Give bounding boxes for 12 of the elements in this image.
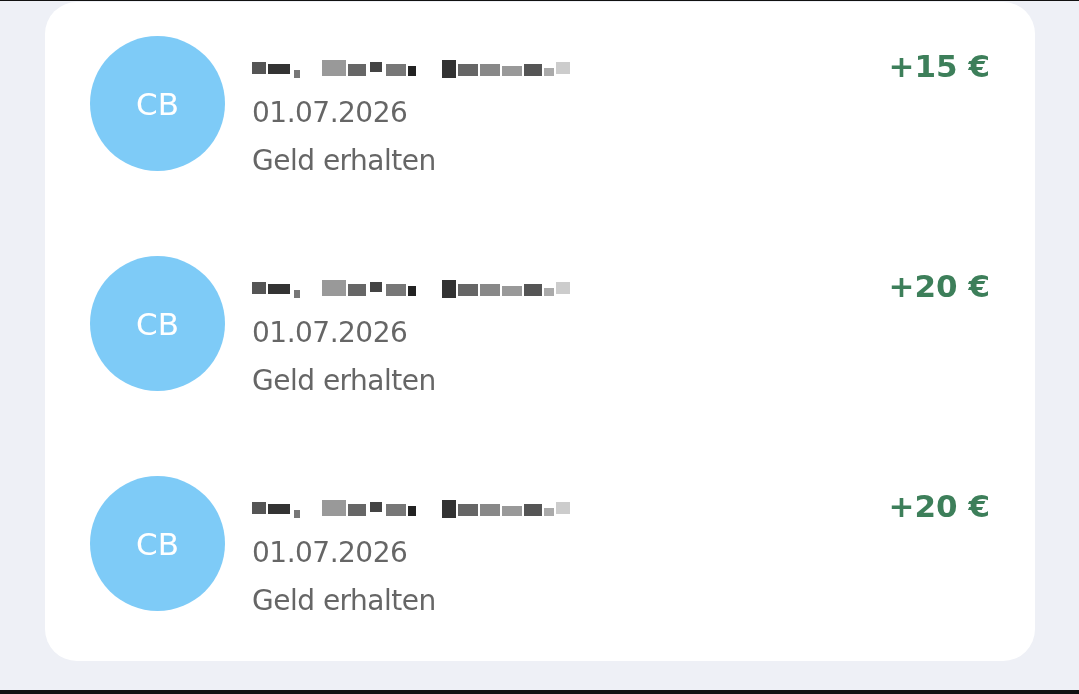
transaction-amount: +20 €: [888, 267, 990, 304]
transaction-date: 01.07.2026: [252, 95, 409, 131]
transaction-amount: +15 €: [888, 47, 990, 84]
transaction-description: Geld erhalten: [252, 583, 437, 619]
transaction-date: 01.07.2026: [252, 315, 409, 351]
avatar: CB: [90, 256, 225, 391]
transaction-amount: +20 €: [888, 487, 990, 524]
transaction-description: Geld erhalten: [252, 143, 437, 179]
transaction-date: 01.07.2026: [252, 535, 409, 571]
avatar: CB: [90, 476, 225, 611]
transaction-description: Geld erhalten: [252, 363, 437, 399]
avatar: CB: [90, 36, 225, 171]
